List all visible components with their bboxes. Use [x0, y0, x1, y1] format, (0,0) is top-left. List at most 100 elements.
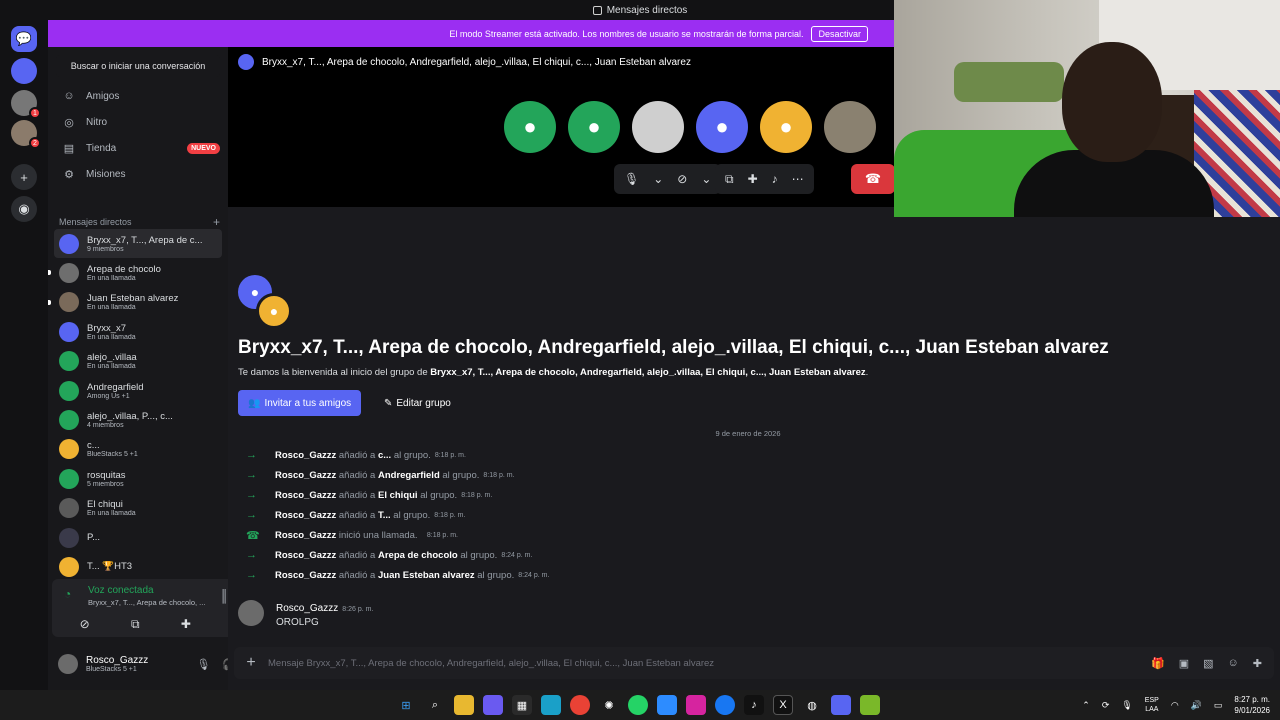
activities-icon[interactable]: ✚: [181, 617, 191, 632]
home-dm-button[interactable]: 💬: [11, 26, 37, 52]
start-icon[interactable]: ⊞: [396, 695, 416, 715]
dm-item[interactable]: Bryxx_x7 En una llamada: [54, 317, 222, 346]
activities-icon[interactable]: ✚: [748, 172, 758, 186]
mic-toggle-icon[interactable]: 🎙: [624, 172, 639, 186]
system-target[interactable]: Juan Esteban alvarez: [378, 570, 475, 581]
message-author[interactable]: Rosco_Gazzz: [276, 603, 338, 614]
server-group-icon[interactable]: [11, 58, 37, 84]
group-icon-large: ● ●: [238, 275, 292, 329]
create-dm-icon[interactable]: +: [213, 215, 220, 229]
call-participant-avatar[interactable]: ●: [696, 101, 748, 153]
dm-item[interactable]: Juan Esteban alvarez En una llamada: [48, 288, 222, 317]
add-server-icon[interactable]: +: [11, 164, 37, 190]
system-actor[interactable]: Rosco_Gazzz: [275, 530, 336, 541]
zoom-icon[interactable]: [657, 695, 677, 715]
system-actor[interactable]: Rosco_Gazzz: [275, 550, 336, 561]
chrome-icon[interactable]: [570, 695, 590, 715]
dm-item[interactable]: alejo_.villaa, P..., c... 4 miembros: [54, 405, 222, 434]
chevron-down-icon[interactable]: ⌄: [701, 172, 711, 186]
tiktok-icon[interactable]: ♪: [744, 695, 764, 715]
system-target[interactable]: Arepa de chocolo: [378, 550, 458, 561]
disable-streamer-button[interactable]: Desactivar: [811, 25, 868, 42]
channel-title: Bryxx_x7, T..., Arepa de chocolo, Andreg…: [262, 56, 691, 68]
dm-item[interactable]: T... 🏆HT3: [54, 552, 222, 581]
file-explorer-icon[interactable]: [454, 695, 474, 715]
user-avatar[interactable]: [58, 654, 78, 674]
bluestacks-icon[interactable]: [860, 695, 880, 715]
call-participant-avatar[interactable]: ●: [504, 101, 556, 153]
camera-toggle-icon[interactable]: ⊘: [677, 172, 687, 186]
system-actor[interactable]: Rosco_Gazzz: [275, 570, 336, 581]
system-actor[interactable]: Rosco_Gazzz: [275, 470, 336, 481]
gaming-icon[interactable]: ◍: [802, 695, 822, 715]
dm-item[interactable]: El chiqui En una llamada: [54, 494, 222, 523]
server-avatar-1[interactable]: 1: [11, 90, 41, 119]
chatgpt-icon[interactable]: ✺: [599, 695, 619, 715]
copilot-icon[interactable]: [483, 695, 503, 715]
nav-friends[interactable]: ☺ Amigos: [56, 83, 220, 109]
discord-icon[interactable]: [831, 695, 851, 715]
call-participant-avatar[interactable]: [824, 101, 876, 153]
sync-icon[interactable]: ⟳: [1102, 700, 1110, 711]
microphone-icon[interactable]: 🎙: [196, 658, 210, 671]
invite-friends-button[interactable]: 👥 Invitar a tus amigos: [238, 390, 362, 416]
server-avatar-2[interactable]: 2: [11, 120, 41, 149]
x-icon[interactable]: X: [773, 695, 793, 715]
dm-item[interactable]: c... BlueStacks 5 +1: [54, 435, 222, 464]
call-participant-avatar[interactable]: [632, 101, 684, 153]
chevron-up-icon[interactable]: ⌃: [1082, 700, 1090, 711]
apps-icon[interactable]: ✚: [1253, 657, 1262, 670]
gift-icon[interactable]: 🎁: [1151, 657, 1165, 670]
clock[interactable]: 8:27 p. m. 9/01/2026: [1234, 694, 1270, 716]
system-actor[interactable]: Rosco_Gazzz: [275, 490, 336, 501]
hang-up-button[interactable]: ☎: [851, 164, 895, 194]
battery-icon[interactable]: ▭: [1214, 700, 1223, 711]
facebook-icon[interactable]: [715, 695, 735, 715]
nav-label: Tienda: [86, 142, 117, 154]
emoji-icon[interactable]: ☺: [1228, 657, 1239, 670]
wifi-icon[interactable]: ◠: [1171, 700, 1179, 711]
dm-item[interactable]: Bryxx_x7, T..., Arepa de c... 9 miembros: [54, 229, 222, 259]
message-input[interactable]: Mensaje Bryxx_x7, T..., Arepa de chocolo…: [268, 658, 1151, 669]
soundboard-icon[interactable]: ♪: [772, 172, 778, 186]
system-actor[interactable]: Rosco_Gazzz: [275, 450, 336, 461]
discover-icon[interactable]: ◉: [11, 196, 37, 222]
nav-store[interactable]: ▤ Tienda NUEVO: [56, 135, 220, 161]
dm-item[interactable]: P...: [54, 523, 222, 552]
attach-plus-icon[interactable]: +: [234, 654, 268, 672]
dm-item[interactable]: Andregarfield Among Us +1: [54, 376, 222, 405]
more-options-icon[interactable]: ⋯: [792, 172, 804, 186]
chevron-down-icon[interactable]: ⌄: [653, 172, 663, 186]
system-target[interactable]: El chiqui: [378, 490, 418, 501]
system-target[interactable]: c...: [378, 450, 391, 461]
dm-item[interactable]: Arepa de chocolo En una llamada: [48, 258, 222, 287]
edit-group-button[interactable]: ✎ Editar grupo: [378, 390, 457, 416]
dm-item[interactable]: alejo_.villaa En una llamada: [54, 347, 222, 376]
language-indicator[interactable]: ESP LAA: [1145, 696, 1159, 714]
voice-status[interactable]: Voz conectada: [88, 585, 154, 596]
system-target[interactable]: T...: [378, 510, 391, 521]
screen-share-icon[interactable]: ⧉: [131, 617, 140, 632]
microphone-icon[interactable]: 🎙: [1121, 700, 1132, 711]
whatsapp-icon[interactable]: [628, 695, 648, 715]
call-participant-avatar[interactable]: ●: [568, 101, 620, 153]
search-icon[interactable]: ⌕: [425, 695, 445, 715]
call-participant-avatar[interactable]: ●: [760, 101, 812, 153]
search-conversation-button[interactable]: Buscar o iniciar una conversación: [56, 55, 220, 77]
nav-quests[interactable]: ⚙ Misiones: [56, 161, 220, 187]
sticker-icon[interactable]: ▧: [1203, 657, 1213, 670]
gif-icon[interactable]: ▣: [1179, 657, 1189, 670]
system-target[interactable]: Andregarfield: [378, 470, 440, 481]
nav-nitro[interactable]: ◎ Nitro: [56, 109, 220, 135]
screen-share-icon[interactable]: ⧉: [725, 172, 734, 187]
camera-off-icon[interactable]: ⊘: [80, 617, 90, 632]
lang-code: ESP: [1144, 697, 1159, 704]
system-actor[interactable]: Rosco_Gazzz: [275, 510, 336, 521]
dm-item[interactable]: rosquitas 5 miembros: [54, 464, 222, 493]
message-avatar[interactable]: [238, 600, 264, 626]
clock-time: 8:27 p. m.: [1234, 695, 1270, 704]
edge-icon[interactable]: [541, 695, 561, 715]
instagram-icon[interactable]: [686, 695, 706, 715]
volume-icon[interactable]: 🔊: [1191, 700, 1202, 711]
store-icon[interactable]: ▦: [512, 695, 532, 715]
